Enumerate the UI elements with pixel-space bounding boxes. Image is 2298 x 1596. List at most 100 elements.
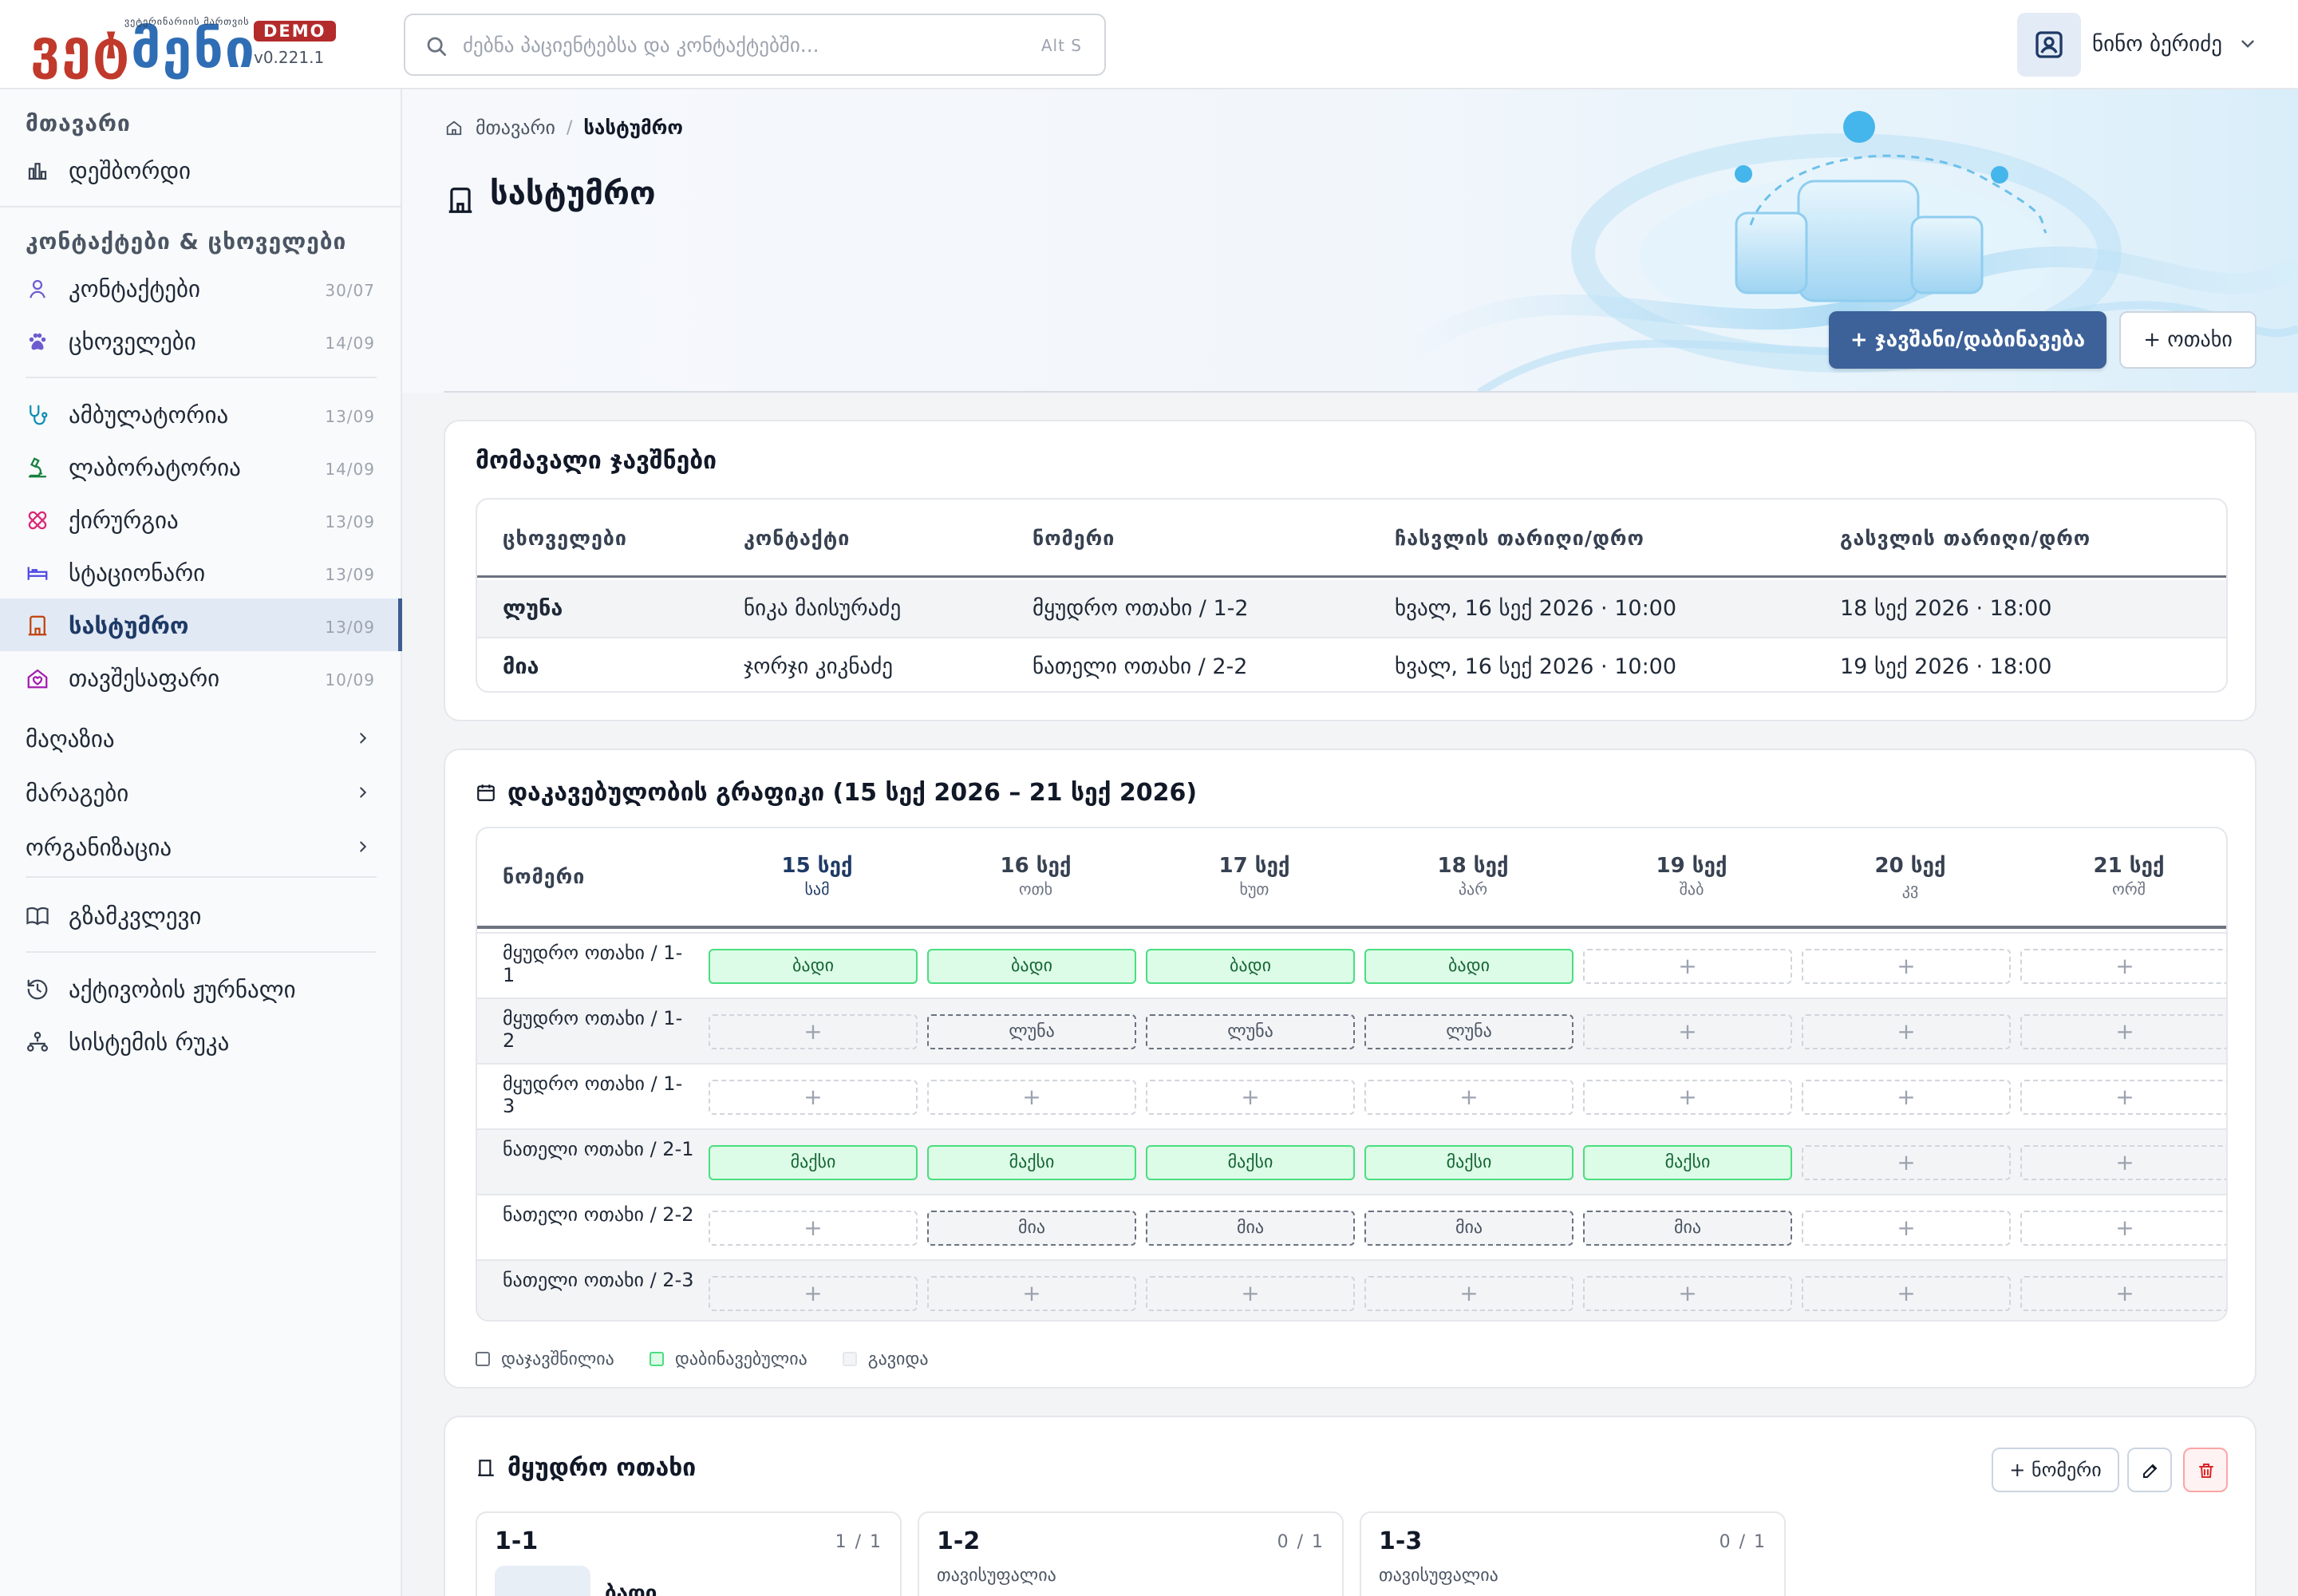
schedule-slot-empty[interactable]: +: [709, 1211, 918, 1246]
schedule-slot-empty[interactable]: +: [1802, 1014, 2011, 1049]
schedule-slot-empty[interactable]: +: [2020, 949, 2226, 984]
schedule-slot-empty[interactable]: +: [1802, 949, 2011, 984]
schedule-slot-checked-in[interactable]: ბადი: [927, 949, 1136, 984]
sidebar-item-animals[interactable]: ცხოველები 14/09: [0, 314, 402, 367]
schedule-room-label: ნათელი ოთახი / 2-1: [503, 1138, 694, 1160]
breadcrumb-home[interactable]: მთავარი: [476, 117, 555, 139]
search-input[interactable]: [463, 25, 958, 65]
schedule-slot-empty[interactable]: +: [1583, 1276, 1792, 1311]
schedule-slot-checked-in[interactable]: მაქსი: [1364, 1145, 1573, 1180]
schedule-slot-reserved[interactable]: მია: [1146, 1211, 1355, 1246]
add-number-button[interactable]: + ნომერი: [1992, 1448, 2119, 1492]
sidebar-item-stationary[interactable]: სტაციონარი 13/09: [0, 546, 402, 598]
schedule-slot-empty[interactable]: +: [1583, 949, 1792, 984]
schedule-slot-empty[interactable]: +: [2020, 1211, 2226, 1246]
schedule-title: დაკავებულობის გრაფიკი (15 სექ 2026 – 21 …: [507, 779, 1198, 807]
schedule-slot-empty[interactable]: +: [1802, 1211, 2011, 1246]
bed-icon: [27, 567, 48, 580]
edit-room-group-button[interactable]: [2127, 1448, 2172, 1492]
home-icon[interactable]: [445, 119, 463, 136]
schedule-slot-checked-in[interactable]: მაქსი: [927, 1145, 1136, 1180]
calendar-icon: [477, 784, 495, 801]
sidebar-group-organization[interactable]: ორგანიზაცია: [0, 820, 402, 873]
sidebar-item-surgery[interactable]: ქირურგია 13/09: [0, 493, 402, 546]
sidebar-item-hotel[interactable]: სასტუმრო 13/09: [0, 598, 402, 651]
column-header[interactable]: ჩასვლის თარიღი/დრო: [1395, 527, 1645, 550]
schedule-slot-empty[interactable]: +: [709, 1080, 918, 1115]
schedule-slot-checked-in[interactable]: მაქსი: [709, 1145, 918, 1180]
schedule-slot-reserved[interactable]: ლუნა: [1364, 1014, 1573, 1049]
sidebar-group-shop[interactable]: მაღაზია: [0, 712, 402, 764]
schedule-day-header: 16 სექ ოთხ: [927, 854, 1144, 899]
column-header[interactable]: კონტაქტი: [744, 527, 850, 550]
schedule-slot-checked-in[interactable]: ბადი: [709, 949, 918, 984]
table-row[interactable]: ლუნა ნიკა მაისურაძე მყუდრო ოთახი / 1-2 ხ…: [477, 580, 2226, 637]
add-booking-button[interactable]: + ჯავშანი/დაბინავება: [1829, 311, 2106, 369]
schedule-slot-checked-in[interactable]: ბადი: [1146, 949, 1355, 984]
schedule-slot-empty[interactable]: +: [1583, 1014, 1792, 1049]
pet-avatar: [495, 1566, 590, 1596]
schedule-slot-reserved[interactable]: ლუნა: [927, 1014, 1136, 1049]
schedule-slot-reserved[interactable]: მია: [1583, 1211, 1792, 1246]
schedule-slot-empty[interactable]: +: [2020, 1276, 2226, 1311]
room-card-1-1[interactable]: 1-1 1 / 1 ბადი: [476, 1511, 902, 1596]
sidebar-item-laboratory[interactable]: ლაბორატორია 14/09: [0, 440, 402, 493]
schedule-slot-empty[interactable]: +: [1802, 1276, 2011, 1311]
schedule-slot-reserved[interactable]: მია: [927, 1211, 1136, 1246]
room-card-1-2[interactable]: 1-2 0 / 1 თავისუფალია: [918, 1511, 1344, 1596]
schedule-slot-empty[interactable]: +: [1802, 1080, 2011, 1115]
schedule-slot-empty[interactable]: +: [2020, 1080, 2226, 1115]
schedule-slot-empty[interactable]: +: [1364, 1080, 1573, 1115]
breadcrumb-separator: /: [566, 117, 573, 138]
room-capacity: 0 / 1: [1719, 1532, 1767, 1552]
sidebar-item-guide[interactable]: გზამკვლევი: [0, 889, 402, 942]
table-row[interactable]: მია ჯორჯი კიკნაძე ნათელი ოთახი / 2-2 ხვა…: [477, 637, 2226, 691]
schedule-room-label: მყუდრო ოთახი / 1-3: [503, 1073, 683, 1117]
chevron-right-icon: [360, 733, 367, 744]
schedule-slot-empty[interactable]: +: [1364, 1276, 1573, 1311]
column-header[interactable]: ცხოველები: [503, 527, 627, 550]
sidebar-item-contacts[interactable]: კონტაქტები 30/07: [0, 262, 402, 314]
schedule-slot-empty[interactable]: +: [2020, 1145, 2226, 1180]
sidebar-item-dashboard[interactable]: დეშბორდი: [0, 144, 402, 196]
sidebar-item-ambulatory[interactable]: ამბულატორია 13/09: [0, 388, 402, 440]
schedule-day-date: 16 სექ: [1000, 854, 1072, 878]
column-header[interactable]: გასვლის თარიღი/დრო: [1840, 527, 2091, 550]
schedule-slot-checked-in[interactable]: მაქსი: [1583, 1145, 1792, 1180]
schedule-slot-empty[interactable]: +: [927, 1276, 1136, 1311]
schedule-day-weekday: სამ: [804, 879, 830, 899]
schedule-slot-empty[interactable]: +: [709, 1276, 918, 1311]
schedule-slot-empty[interactable]: +: [1146, 1276, 1355, 1311]
column-header[interactable]: ნომერი: [1033, 527, 1115, 550]
schedule-row: მყუდრო ოთახი / 1-3 + + + + + + +: [477, 1063, 2226, 1128]
sidebar-item-activity-log[interactable]: აქტივობის ჟურნალი: [0, 962, 402, 1015]
sidebar-divider: [26, 876, 377, 878]
schedule-slot-reserved[interactable]: მია: [1364, 1211, 1573, 1246]
sidebar-item-system-map[interactable]: სისტემის რუკა: [0, 1015, 402, 1068]
schedule-slot-empty[interactable]: +: [1802, 1145, 2011, 1180]
bandage-icon: [28, 511, 47, 530]
user-menu[interactable]: ნინო ბერიძე: [2017, 13, 2272, 77]
room-card-1-3[interactable]: 1-3 0 / 1 თავისუფალია: [1360, 1511, 1786, 1596]
add-room-button[interactable]: + ოთახი: [2119, 311, 2257, 369]
schedule-slot-empty[interactable]: +: [1146, 1080, 1355, 1115]
search-shortcut: Alt S: [1040, 36, 1082, 55]
schedule-slot-empty[interactable]: +: [709, 1014, 918, 1049]
schedule-slot-empty[interactable]: +: [2020, 1014, 2226, 1049]
microscope-icon: [28, 457, 47, 478]
schedule-slot-empty[interactable]: +: [927, 1080, 1136, 1115]
schedule-room-label: მყუდრო ოთახი / 1-1: [503, 942, 683, 986]
sidebar-group-inventory[interactable]: მარაგები: [0, 766, 402, 819]
global-search[interactable]: Alt S: [404, 14, 1106, 76]
schedule-day-weekday: პარ: [1458, 879, 1488, 899]
schedule-slot-checked-in[interactable]: ბადი: [1364, 949, 1573, 984]
schedule-slot-reserved[interactable]: ლუნა: [1146, 1014, 1355, 1049]
sidebar-item-shelter[interactable]: თავშესაფარი 10/09: [0, 651, 402, 704]
schedule-row: მყუდრო ოთახი / 1-2 + ლუნა ლუნა ლუნა + + +: [477, 998, 2226, 1063]
legend-departed: გავიდა: [867, 1349, 929, 1369]
schedule-slot-checked-in[interactable]: მაქსი: [1146, 1145, 1355, 1180]
room-status: თავისუფალია: [937, 1566, 1056, 1586]
brand[interactable]: ვეტმენი ვეტერინარიის მართვის DEMO v0.221…: [30, 14, 336, 80]
delete-room-group-button[interactable]: [2183, 1448, 2228, 1492]
schedule-slot-empty[interactable]: +: [1583, 1080, 1792, 1115]
